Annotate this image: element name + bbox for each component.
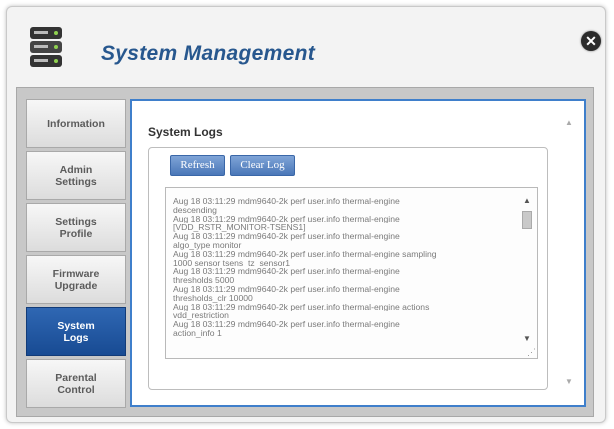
log-line: thresholds 5000 bbox=[173, 276, 235, 285]
log-textarea[interactable]: Aug 18 03:11:29 mdm9640-2k perf user.inf… bbox=[165, 187, 538, 359]
sidebar-item-parental-control[interactable]: Parental Control bbox=[26, 359, 126, 408]
log-line: thresholds_clr 10000 bbox=[173, 293, 253, 303]
log-line: 1000 sensor tsens_tz_sensor1 bbox=[173, 258, 291, 268]
log-line: Aug 18 03:11:29 mdm9640-2k perf user.inf… bbox=[173, 197, 400, 206]
page-scroll-up-icon[interactable]: ▲ bbox=[563, 118, 575, 128]
log-line: Aug 18 03:11:29 mdm9640-2k perf user.inf… bbox=[173, 214, 400, 224]
refresh-button[interactable]: Refresh bbox=[170, 155, 225, 176]
sidebar-item-firmware-upgrade[interactable]: Firmware Upgrade bbox=[26, 255, 126, 304]
sidebar-item-settings-profile[interactable]: Settings Profile bbox=[26, 203, 126, 252]
sidebar-item-information[interactable]: Information bbox=[26, 99, 126, 148]
resize-grip-icon[interactable]: ⋰ bbox=[526, 347, 536, 357]
page-scroll-down-icon[interactable]: ▼ bbox=[563, 377, 575, 387]
sidebar-item-system-logs[interactable]: System Logs bbox=[26, 307, 126, 356]
log-line: Aug 18 03:11:29 mdm9640-2k perf user.inf… bbox=[173, 249, 437, 259]
clear-log-button[interactable]: Clear Log bbox=[230, 155, 295, 176]
log-line: action_info 1 bbox=[173, 328, 222, 338]
page-title: System Management bbox=[101, 42, 316, 65]
log-scrollbar[interactable]: ▲ ▼ bbox=[521, 196, 533, 346]
scroll-thumb[interactable] bbox=[522, 211, 532, 229]
database-icon bbox=[30, 27, 62, 67]
log-line: Aug 18 03:11:29 mdm9640-2k perf user.inf… bbox=[173, 320, 400, 329]
section-title: System Logs bbox=[148, 125, 223, 139]
log-line: Aug 18 03:11:29 mdm9640-2k perf user.inf… bbox=[173, 302, 430, 312]
log-line: vdd_restriction bbox=[173, 311, 229, 321]
close-button[interactable]: ✕ bbox=[581, 31, 601, 51]
log-line: Aug 18 03:11:29 mdm9640-2k perf user.inf… bbox=[173, 232, 400, 241]
log-lines: Aug 18 03:11:29 mdm9640-2k perf user.inf… bbox=[173, 197, 513, 338]
scroll-down-icon[interactable]: ▼ bbox=[521, 334, 533, 344]
log-line: descending bbox=[173, 205, 217, 215]
log-line: Aug 18 03:11:29 mdm9640-2k perf user.inf… bbox=[173, 284, 400, 294]
sidebar-item-admin-settings[interactable]: Admin Settings bbox=[26, 151, 126, 200]
log-line: algo_type monitor bbox=[173, 240, 242, 250]
log-line: [VDD_RSTR_MONITOR-TSENS1] bbox=[173, 223, 306, 233]
scroll-up-icon[interactable]: ▲ bbox=[521, 196, 533, 206]
log-line: Aug 18 03:11:29 mdm9640-2k perf user.inf… bbox=[173, 267, 400, 277]
